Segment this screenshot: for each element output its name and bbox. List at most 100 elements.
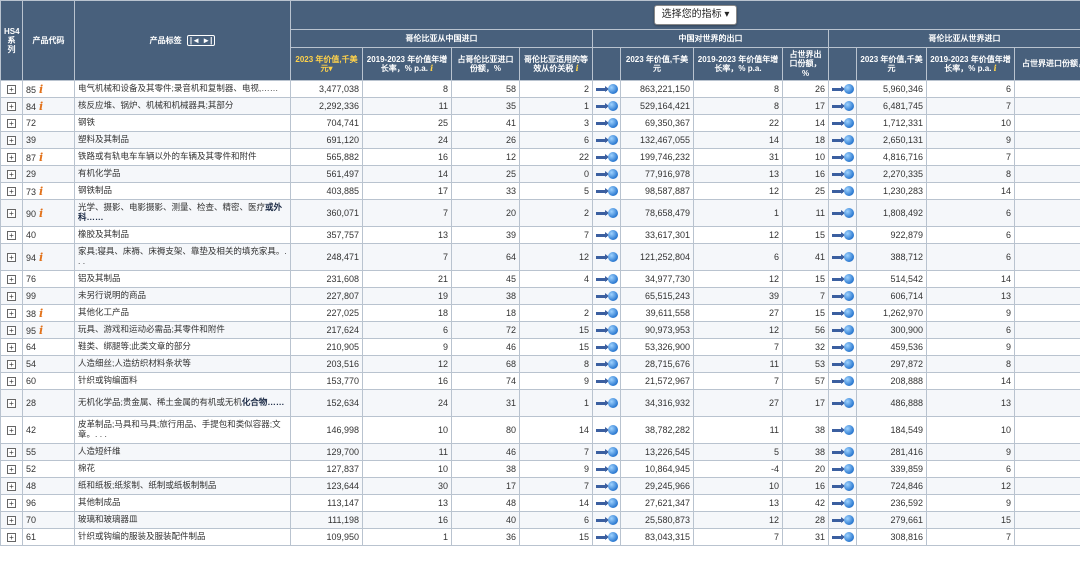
arrow-globe-icon[interactable]: [831, 397, 854, 409]
arrow-globe-icon[interactable]: [595, 358, 618, 370]
expand-icon[interactable]: +: [7, 209, 16, 218]
expand-icon[interactable]: +: [7, 85, 16, 94]
arrow-globe-icon[interactable]: [595, 100, 618, 112]
arrow-globe-icon[interactable]: [831, 424, 854, 436]
product-label[interactable]: 皮革制品;马具和马具;旅行用品、手提包和类似容器;文章。. . .: [74, 416, 291, 444]
expand-icon[interactable]: +: [7, 426, 16, 435]
col-g1-value[interactable]: 2023 年价值,千美元▾: [290, 47, 363, 81]
product-label[interactable]: 针织或钩编面料: [74, 372, 291, 390]
info-icon[interactable]: i: [39, 100, 43, 113]
arrow-globe-icon[interactable]: [595, 446, 618, 458]
expand-icon[interactable]: +: [7, 119, 16, 128]
arrow-globe-icon[interactable]: [595, 341, 618, 353]
col-g1-share[interactable]: 占哥伦比亚进口份额，%: [451, 47, 520, 81]
arrow-globe-icon[interactable]: [595, 480, 618, 492]
expand-icon[interactable]: +: [7, 102, 16, 111]
arrow-globe-icon[interactable]: [831, 324, 854, 336]
expand-icon[interactable]: +: [7, 231, 16, 240]
arrow-globe-icon[interactable]: [831, 117, 854, 129]
arrow-globe-icon[interactable]: [831, 83, 854, 95]
expand-icon[interactable]: +: [7, 187, 16, 196]
col-g1-tariff[interactable]: 哥伦比亚适用的等效从价关税 i: [519, 47, 593, 81]
arrow-globe-icon[interactable]: [595, 273, 618, 285]
arrow-globe-icon[interactable]: [595, 514, 618, 526]
arrow-globe-icon[interactable]: [595, 83, 618, 95]
product-label[interactable]: 未另行说明的商品: [74, 287, 291, 305]
info-icon[interactable]: i: [39, 207, 43, 220]
expand-icon[interactable]: +: [7, 136, 16, 145]
code-header[interactable]: 产品代码: [22, 0, 75, 81]
product-label[interactable]: 纸和纸板;纸浆制、纸制或纸板制制品: [74, 477, 291, 495]
expand-icon[interactable]: +: [7, 533, 16, 542]
expand-icon[interactable]: +: [7, 343, 16, 352]
expand-icon[interactable]: +: [7, 309, 16, 318]
product-label[interactable]: 人造细丝;人造纺织材料条状等: [74, 355, 291, 373]
product-label[interactable]: 塑料及其制品: [74, 131, 291, 149]
info-icon[interactable]: i: [39, 251, 43, 264]
product-label[interactable]: 钢铁制品: [74, 182, 291, 200]
arrow-globe-icon[interactable]: [831, 207, 854, 219]
expand-icon[interactable]: +: [7, 153, 16, 162]
product-label[interactable]: 鞋类、绑腿等;此类文章的部分: [74, 338, 291, 356]
arrow-globe-icon[interactable]: [831, 168, 854, 180]
product-label[interactable]: 光学、摄影、电影摄影、测量、检查、精密、医疗或外科……: [74, 199, 291, 227]
expand-icon[interactable]: +: [7, 448, 16, 457]
expand-icon[interactable]: +: [7, 465, 16, 474]
col-g2-value[interactable]: 2023 年价值,千美元: [620, 47, 694, 81]
arrow-globe-icon[interactable]: [831, 151, 854, 163]
info-icon[interactable]: i: [39, 324, 43, 337]
info-icon[interactable]: i: [39, 185, 43, 198]
info-icon[interactable]: i: [576, 63, 579, 73]
arrow-globe-icon[interactable]: [595, 207, 618, 219]
arrow-globe-icon[interactable]: [831, 514, 854, 526]
arrow-globe-icon[interactable]: [831, 480, 854, 492]
arrow-globe-icon[interactable]: [595, 463, 618, 475]
col-g1-growth[interactable]: 2019-2023 年价值年增长率，% p.a. i: [362, 47, 452, 81]
product-label[interactable]: 核反应堆、锅炉、机械和机械器具;其部分: [74, 97, 291, 115]
arrow-globe-icon[interactable]: [595, 251, 618, 263]
arrow-globe-icon[interactable]: [595, 229, 618, 241]
product-label[interactable]: 无机化学品;贵金属、稀土金属的有机或无机化合物……: [74, 389, 291, 417]
arrow-globe-icon[interactable]: [831, 446, 854, 458]
col-g3-value[interactable]: 2023 年价值,千美元: [856, 47, 927, 81]
expand-icon[interactable]: +: [7, 292, 16, 301]
expand-icon[interactable]: +: [7, 516, 16, 525]
product-label[interactable]: 人造短纤维: [74, 443, 291, 461]
col-g3-share[interactable]: 占世界进口份额，%: [1013, 47, 1080, 81]
arrow-globe-icon[interactable]: [831, 229, 854, 241]
product-label[interactable]: 橡胶及其制品: [74, 226, 291, 244]
product-label[interactable]: 其他制成品: [74, 494, 291, 512]
arrow-globe-icon[interactable]: [831, 375, 854, 387]
expand-icon[interactable]: +: [7, 275, 16, 284]
arrow-globe-icon[interactable]: [831, 307, 854, 319]
arrow-globe-icon[interactable]: [831, 358, 854, 370]
arrow-globe-icon[interactable]: [831, 463, 854, 475]
product-label[interactable]: 其他化工产品: [74, 304, 291, 322]
arrow-globe-icon[interactable]: [831, 273, 854, 285]
expand-icon[interactable]: +: [7, 326, 16, 335]
product-label[interactable]: 针织或钩编的服装及服装配件制品: [74, 528, 291, 546]
label-header[interactable]: 产品标签 |◄ ►|: [74, 0, 291, 81]
product-label[interactable]: 家具;寝具、床褥、床褥支架、靠垫及相关的填充家具。. . .: [74, 243, 291, 271]
expand-icon[interactable]: +: [7, 482, 16, 491]
info-icon[interactable]: i: [39, 307, 43, 320]
product-label[interactable]: 铝及其制品: [74, 270, 291, 288]
arrow-globe-icon[interactable]: [595, 397, 618, 409]
product-label[interactable]: 棉花: [74, 460, 291, 478]
arrow-globe-icon[interactable]: [595, 324, 618, 336]
info-icon[interactable]: i: [39, 151, 43, 164]
arrow-globe-icon[interactable]: [595, 117, 618, 129]
expand-icon[interactable]: +: [7, 399, 16, 408]
arrow-globe-icon[interactable]: [831, 341, 854, 353]
arrow-globe-icon[interactable]: [595, 497, 618, 509]
col-g2-growth[interactable]: 2019-2023 年价值年增长率，% p.a.: [693, 47, 783, 81]
arrow-globe-icon[interactable]: [595, 134, 618, 146]
expand-icon[interactable]: +: [7, 253, 16, 262]
arrow-globe-icon[interactable]: [831, 290, 854, 302]
arrow-globe-icon[interactable]: [595, 151, 618, 163]
info-icon[interactable]: i: [430, 63, 433, 73]
indicator-select[interactable]: 选择您的指标 ▾: [653, 5, 738, 25]
col-g3-growth[interactable]: 2019-2023 年价值年增长率，% p.a. i: [926, 47, 1015, 81]
arrow-globe-icon[interactable]: [831, 134, 854, 146]
arrow-globe-icon[interactable]: [831, 497, 854, 509]
